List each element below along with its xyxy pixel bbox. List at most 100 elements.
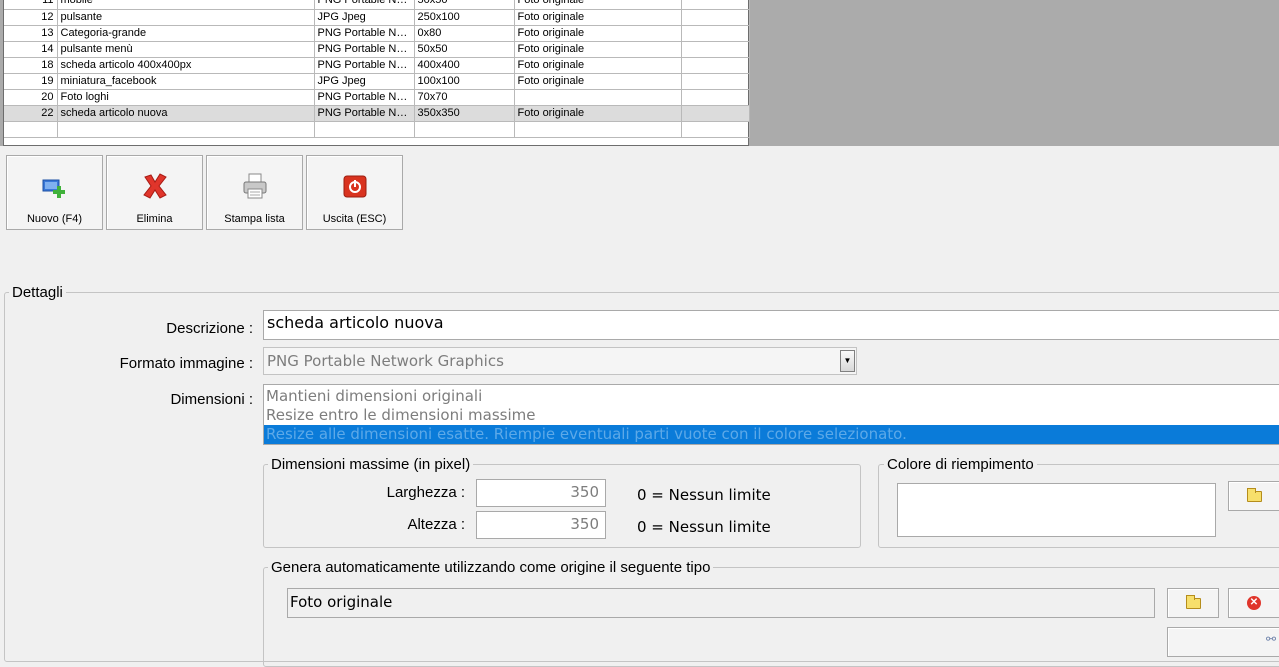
row-name-cell: pulsante — [57, 9, 315, 26]
empty-cell — [57, 121, 315, 138]
empty-cell — [514, 121, 682, 138]
row-empty-cell — [681, 0, 750, 10]
row-size-cell: 100x100 — [414, 73, 515, 90]
row-id-cell: 18 — [4, 57, 58, 74]
row-type-cell: Foto originale — [514, 9, 682, 26]
chevron-down-icon: ▼ — [843, 356, 852, 365]
link-icon: ⚯ — [1265, 632, 1276, 646]
row-id-cell: 22 — [4, 105, 58, 122]
row-size-cell: 250x100 — [414, 9, 515, 26]
exit-button[interactable]: Uscita (ESC) — [306, 155, 403, 230]
row-size-cell: 400x400 — [414, 57, 515, 74]
dimensions-listbox[interactable]: Mantieni dimensioni originali Resize ent… — [263, 384, 1279, 445]
row-type-cell: Foto originale — [514, 25, 682, 42]
print-list-button[interactable]: Stampa lista — [206, 155, 303, 230]
row-name-cell: scheda articolo 400x400px — [57, 57, 315, 74]
empty-cell — [414, 121, 515, 138]
row-empty-cell — [681, 9, 750, 26]
width-label: Larghezza : — [386, 484, 465, 501]
format-label: Formato immagine : — [119, 355, 253, 372]
extra-button[interactable]: ⚯ — [1167, 627, 1279, 657]
row-format-cell: PNG Portable Ne... — [314, 41, 415, 58]
row-id-cell: 14 — [4, 41, 58, 58]
row-name-cell: scheda articolo nuova — [57, 105, 315, 122]
table-row[interactable]: 20 Foto loghi PNG Portable Ne... 70x70 — [4, 89, 750, 106]
table-row-empty[interactable] — [4, 121, 750, 138]
row-type-cell — [514, 89, 682, 106]
description-input[interactable]: scheda articolo nuova — [263, 310, 1279, 340]
row-format-cell: JPG Jpeg — [314, 9, 415, 26]
empty-cell — [4, 121, 58, 138]
row-format-cell: PNG Portable Ne... — [314, 25, 415, 42]
width-input[interactable]: 350 — [476, 479, 606, 507]
clear-icon: ✕ — [1247, 596, 1261, 610]
row-name-cell: Foto loghi — [57, 89, 315, 106]
empty-cell — [314, 121, 415, 138]
row-size-cell: 70x70 — [414, 89, 515, 106]
row-name-cell: pulsante menù — [57, 41, 315, 58]
folder-icon — [1247, 488, 1262, 502]
new-button[interactable]: Nuovo (F4) — [6, 155, 103, 230]
select-source-button[interactable] — [1167, 588, 1219, 618]
power-icon — [340, 171, 370, 201]
printer-icon — [240, 171, 270, 201]
row-empty-cell — [681, 73, 750, 90]
row-type-cell: Foto originale — [514, 105, 682, 122]
row-format-cell: PNG Portable Ne... — [314, 105, 415, 122]
row-size-cell: 0x80 — [414, 25, 515, 42]
row-format-cell: JPG Jpeg — [314, 73, 415, 90]
row-format-cell: PNG Portable Ne... — [314, 57, 415, 74]
row-name-cell: miniatura_facebook — [57, 73, 315, 90]
row-empty-cell — [681, 105, 750, 122]
auto-generate-title: Genera automaticamente utilizzando come … — [268, 559, 714, 576]
fill-color-title: Colore di riempimento — [884, 456, 1037, 473]
height-label: Altezza : — [407, 516, 465, 533]
row-empty-cell — [681, 57, 750, 74]
table-row[interactable]: 11 mobile PNG Portable Ne... 50x50 Foto orig… — [4, 0, 750, 10]
table-row[interactable]: 18 scheda articolo 400x400px PNG Portable … — [4, 57, 750, 74]
dimension-option-max[interactable]: Resize entro le dimensioni massime — [264, 406, 1279, 425]
format-dropdown-button[interactable]: ▼ — [840, 350, 855, 372]
max-dimensions-title: Dimensioni massime (in pixel) — [268, 456, 474, 473]
row-id-cell: 20 — [4, 89, 58, 106]
row-id-cell: 19 — [4, 73, 58, 90]
row-id-cell: 12 — [4, 9, 58, 26]
row-size-cell: 50x50 — [414, 41, 515, 58]
height-input[interactable]: 350 — [476, 511, 606, 539]
row-type-cell: Foto originale — [514, 41, 682, 58]
description-label: Descrizione : — [166, 320, 253, 337]
table-row[interactable]: 14 pulsante menù PNG Portable Ne... 50x50 Fo… — [4, 41, 750, 58]
row-name-cell: mobile — [57, 0, 315, 10]
dimension-option-original[interactable]: Mantieni dimensioni originali — [264, 387, 1279, 406]
dimension-option-exact[interactable]: Resize alle dimensioni esatte. Riempie e… — [264, 425, 1279, 444]
image-formats-grid[interactable]: 11 mobile PNG Portable Ne... 50x50 Foto orig… — [3, 0, 750, 146]
dimensions-label: Dimensioni : — [170, 391, 253, 408]
row-type-cell: Foto originale — [514, 0, 682, 10]
new-record-icon — [40, 171, 70, 201]
clear-source-button[interactable]: ✕ — [1228, 588, 1279, 618]
table-row[interactable]: 22 scheda articolo nuova PNG Portable Ne..… — [4, 105, 750, 122]
fill-color-preview — [897, 483, 1216, 537]
height-hint: 0 = Nessun limite — [637, 518, 771, 536]
choose-color-button[interactable] — [1228, 481, 1279, 511]
row-type-cell: Foto originale — [514, 57, 682, 74]
row-empty-cell — [681, 41, 750, 58]
delete-x-icon — [140, 171, 170, 201]
row-empty-cell — [681, 25, 750, 42]
table-row[interactable]: 19 miniatura_facebook JPG Jpeg 100x100 Foto … — [4, 73, 750, 90]
row-empty-cell — [681, 89, 750, 106]
row-type-cell: Foto originale — [514, 73, 682, 90]
row-size-cell: 350x350 — [414, 105, 515, 122]
grid-table: 11 mobile PNG Portable Ne... 50x50 Foto orig… — [4, 0, 750, 138]
row-name-cell: Categoria-grande — [57, 25, 315, 42]
folder-icon — [1186, 595, 1201, 609]
table-row[interactable]: 13 Categoria-grande PNG Portable Ne... 0x80… — [4, 25, 750, 42]
row-id-cell: 13 — [4, 25, 58, 42]
row-format-cell: PNG Portable Ne... — [314, 89, 415, 106]
empty-cell — [681, 121, 750, 138]
delete-button[interactable]: Elimina — [106, 155, 203, 230]
source-type-field[interactable]: Foto originale — [287, 588, 1155, 618]
row-format-cell: PNG Portable Ne... — [314, 0, 415, 10]
format-select[interactable]: PNG Portable Network Graphics — [263, 347, 857, 375]
table-row[interactable]: 12 pulsante JPG Jpeg 250x100 Foto originale — [4, 9, 750, 26]
